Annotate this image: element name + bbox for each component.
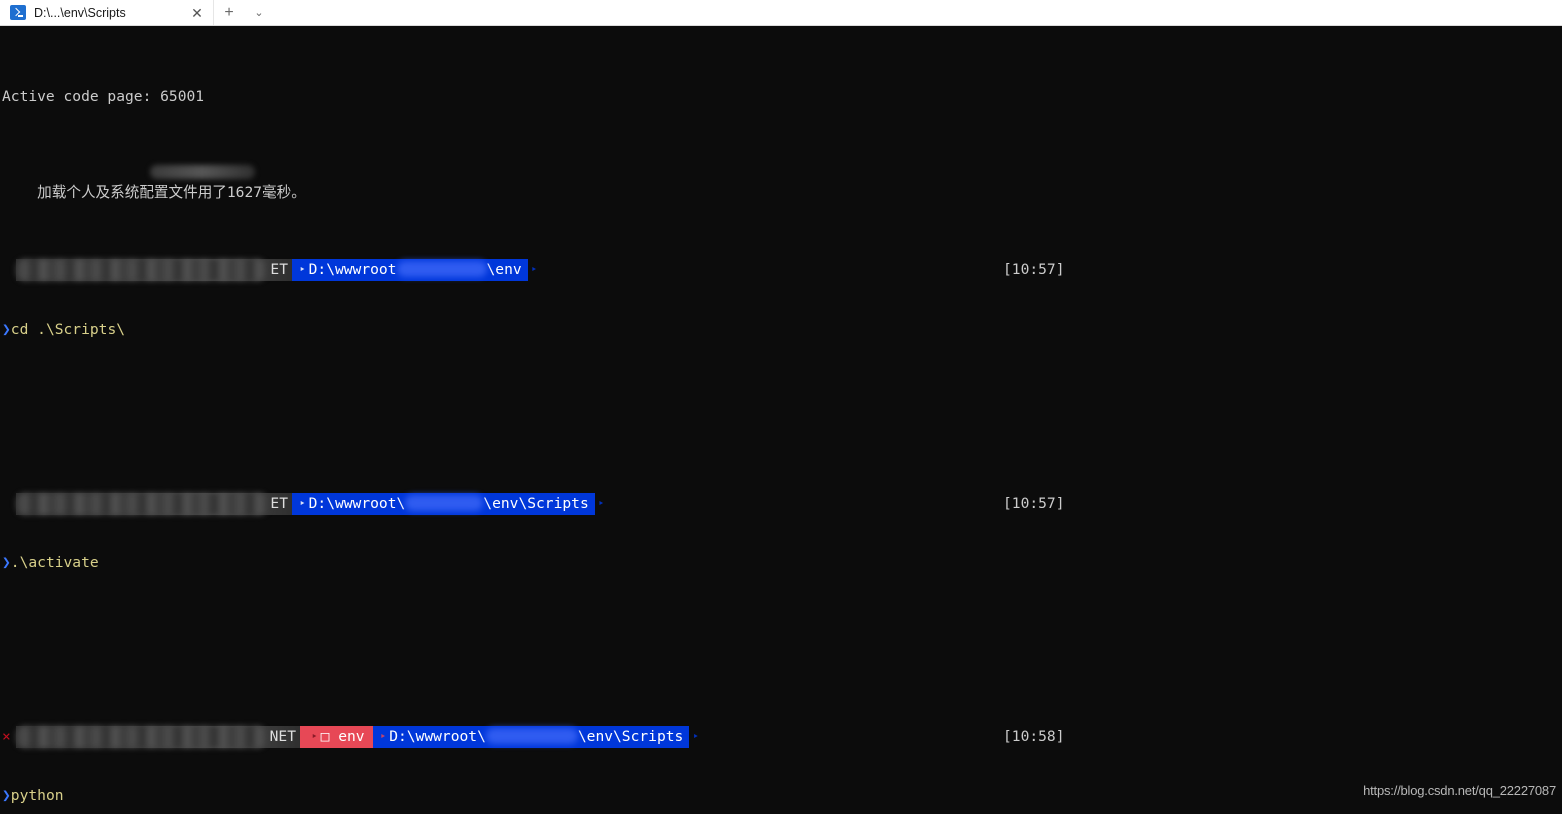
prompt-row-2: × ET ‣ D:\wwwroot \ \env\Scripts ‣ [10:5… [0, 492, 1562, 515]
prompt-dotnet-label: ET [270, 261, 288, 279]
prompt-timestamp: [10:57] [1003, 494, 1065, 512]
watermark: https://blog.csdn.net/qq_22227087 [1363, 782, 1556, 798]
powerline-separator-icon: ‣ [299, 496, 306, 510]
window-title-bar: D:\...\env\Scripts ✕ + ⌄ [0, 0, 1562, 26]
prompt-user-segment: ET [16, 492, 292, 515]
powerline-separator-icon: ‣ [299, 263, 306, 277]
profile-prefix: 加载个人及系统配置文件用了 [37, 183, 227, 201]
prompt-path-slash: \ [396, 494, 406, 512]
prompt-char: ❯ [2, 787, 11, 805]
prompt-row-1: × ET ‣ D:\wwwroot \env ‣ [10:57] [0, 259, 1562, 282]
profile-suffix: 毫秒。 [262, 183, 306, 201]
command-line-1: ❯cd .\Scripts\ [0, 320, 1562, 339]
command-text: .\activate [10, 554, 99, 572]
powerline-separator-icon: ‣ [379, 729, 387, 743]
prompt-user-segment: ET [16, 259, 292, 282]
error-icon: × [2, 259, 16, 281]
prompt-timestamp: [10:57] [1003, 261, 1065, 279]
prompt-char: ❯ [2, 320, 11, 338]
terminal-output[interactable]: Active code page: 65001 加载个人及系统配置文件用了162… [0, 26, 1562, 814]
prompt-path-segment: ‣ D:\wwwroot \ \env\Scripts [372, 725, 690, 748]
env-label: env [338, 727, 365, 745]
error-icon: × [2, 727, 11, 745]
path-redaction-blur [396, 261, 487, 278]
prompt-row-3: × NET ‣ □ env ‣ D:\wwwroot \ \env\Script… [0, 725, 1562, 748]
prompt-path-slash: \ [477, 727, 486, 745]
chevron-down-icon[interactable]: ⌄ [244, 0, 274, 25]
powerline-end-icon: ‣ [692, 729, 699, 743]
prompt-env-segment: ‣ □ env [300, 725, 373, 748]
powerline-end-icon: ‣ [530, 263, 538, 277]
new-tab-button[interactable]: + [214, 0, 244, 25]
command-line-2: ❯.\activate [0, 553, 1562, 572]
prompt-path-suffix: \env [486, 261, 522, 279]
prompt-path-suffix: \env\Scripts [483, 494, 589, 512]
profile-value: 1627 [226, 183, 263, 201]
env-box-icon: □ [320, 727, 330, 745]
powerline-end-icon: ‣ [597, 496, 605, 510]
command-line-3: ❯python [0, 786, 1562, 805]
prompt-dotnet-label: ET [270, 494, 288, 512]
output-line-profile: 加载个人及系统配置文件用了1627毫秒。 [0, 163, 1562, 201]
prompt-char: ❯ [2, 554, 11, 572]
prompt-path-segment: ‣ D:\wwwroot \ \env\Scripts [292, 492, 595, 515]
redaction-blur [150, 165, 255, 180]
prompt-user-segment: NET [16, 725, 300, 748]
prompt-timestamp: [10:58] [1003, 727, 1065, 745]
prompt-path-prefix: D:\wwwroot [308, 261, 397, 279]
command-text: cd .\Scripts\ [10, 320, 126, 338]
close-icon[interactable]: ✕ [187, 6, 207, 20]
powershell-icon [10, 5, 26, 20]
prompt-path-segment: ‣ D:\wwwroot \env [292, 259, 528, 282]
prompt-path-suffix: \env\Scripts [577, 727, 684, 745]
output-line-codepage: Active code page: 65001 [2, 87, 205, 105]
terminal-tab[interactable]: D:\...\env\Scripts ✕ [0, 0, 214, 25]
powerline-separator-icon: ‣ [311, 729, 318, 743]
path-redaction-blur [405, 494, 484, 511]
prompt-dotnet-label: NET [269, 727, 296, 745]
path-redaction-blur [485, 727, 578, 744]
prompt-path-prefix: D:\wwwroot [389, 727, 478, 745]
command-text: python [10, 787, 64, 805]
tab-title: D:\...\env\Scripts [34, 5, 126, 20]
prompt-path-prefix: D:\wwwroot [308, 494, 397, 512]
error-icon: × [2, 493, 16, 515]
